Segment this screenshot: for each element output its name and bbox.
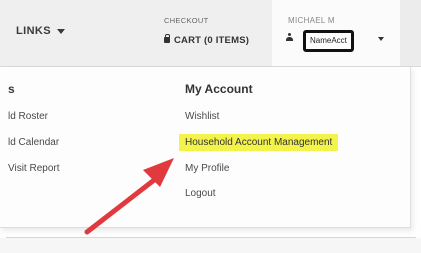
left-menu-item-visit-report[interactable]: Visit Report (8, 163, 60, 174)
nav-right-strip (400, 0, 421, 66)
account-dropdown-menu: s ld Roster ld Calendar Visit Report My … (0, 67, 411, 228)
chevron-down-icon (57, 28, 65, 34)
cart-label: CART (0 ITEMS) (174, 35, 250, 46)
menu-item-household-account-management[interactable]: Household Account Management (179, 134, 339, 151)
menu-item-logout[interactable]: Logout (185, 188, 216, 199)
cart-link[interactable]: CART (0 ITEMS) (164, 34, 250, 46)
left-menu-item-calendar[interactable]: ld Calendar (8, 137, 59, 148)
top-nav-bar: LINKS CHECKOUT CART (0 ITEMS) MICHAEL M … (0, 0, 421, 67)
links-menu[interactable]: LINKS (16, 25, 65, 37)
my-account-heading: My Account (185, 82, 253, 96)
chevron-down-icon (378, 37, 384, 41)
checkout-label: CHECKOUT (164, 16, 209, 25)
menu-item-my-profile[interactable]: My Profile (185, 163, 229, 174)
links-label: LINKS (16, 25, 51, 37)
left-menu-item-roster[interactable]: ld Roster (8, 111, 48, 122)
left-section-heading: s (8, 82, 15, 96)
account-name-box: NameAcct (303, 30, 354, 52)
shopping-bag-icon (164, 34, 170, 43)
person-icon (286, 33, 293, 42)
user-name: MICHAEL M (288, 16, 335, 25)
page-footer-area (0, 238, 421, 253)
menu-item-wishlist[interactable]: Wishlist (185, 111, 219, 122)
